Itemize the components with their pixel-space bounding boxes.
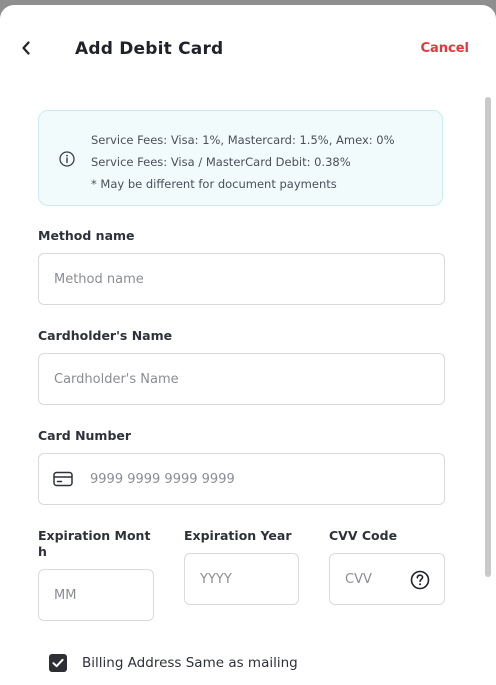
cardholder-name-input[interactable] bbox=[39, 354, 444, 404]
cvv-label: CVV Code bbox=[329, 528, 398, 543]
service-fees-info-box: Service Fees: Visa: 1%, Mastercard: 1.5%… bbox=[38, 110, 443, 206]
method-name-field-wrapper bbox=[38, 253, 445, 305]
expiration-year-input[interactable] bbox=[185, 554, 298, 604]
expiration-month-label: Expiration Mont h bbox=[38, 528, 150, 560]
cardholder-name-field-wrapper bbox=[38, 353, 445, 405]
checkmark-icon bbox=[52, 658, 64, 668]
info-icon bbox=[59, 151, 75, 167]
expiration-year-field-wrapper bbox=[184, 553, 299, 605]
card-number-label: Card Number bbox=[38, 428, 132, 443]
scrollbar-thumb[interactable] bbox=[485, 97, 491, 577]
expiration-month-label-line1: Expiration Mont bbox=[38, 528, 151, 543]
billing-same-checkbox[interactable] bbox=[49, 654, 67, 672]
page-title: Add Debit Card bbox=[75, 39, 224, 59]
info-line-3: * May be different for document payments bbox=[91, 177, 337, 191]
back-chevron-icon bbox=[22, 41, 30, 55]
modal-header: Add Debit Card Cancel bbox=[0, 5, 496, 91]
add-debit-card-modal: Add Debit Card Cancel Service Fees: Visa… bbox=[0, 5, 496, 685]
billing-same-label: Billing Address Same as mailing bbox=[82, 655, 298, 671]
card-number-input[interactable] bbox=[39, 454, 444, 504]
method-name-label: Method name bbox=[38, 228, 135, 243]
info-line-1: Service Fees: Visa: 1%, Mastercard: 1.5%… bbox=[91, 133, 395, 147]
expiration-month-field-wrapper bbox=[38, 569, 154, 621]
cvv-field-wrapper bbox=[329, 553, 445, 605]
expiration-year-label: Expiration Year bbox=[184, 528, 292, 543]
expiration-month-input[interactable] bbox=[39, 570, 153, 620]
card-number-field-wrapper bbox=[38, 453, 445, 505]
cardholder-name-label: Cardholder's Name bbox=[38, 328, 173, 343]
method-name-input[interactable] bbox=[39, 254, 444, 304]
credit-card-icon bbox=[53, 471, 73, 487]
expiration-month-label-line2: h bbox=[38, 544, 47, 559]
info-line-2: Service Fees: Visa / MasterCard Debit: 0… bbox=[91, 155, 351, 169]
help-question-icon[interactable] bbox=[410, 570, 430, 590]
cancel-button[interactable]: Cancel bbox=[420, 41, 469, 56]
back-button[interactable] bbox=[18, 37, 34, 59]
